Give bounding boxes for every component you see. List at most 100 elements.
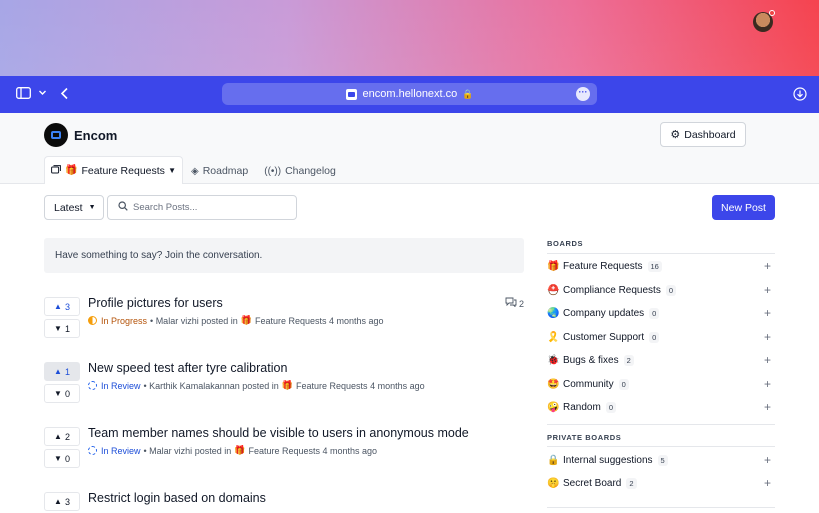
gift-icon: 🎁 xyxy=(240,315,252,325)
sidebar-item-random[interactable]: 🤪 Random 0 + xyxy=(547,398,775,416)
app-header: Encom ⚙ Dashboard 🎁 Feature Requests ▼ ◈… xyxy=(0,113,819,184)
back-icon[interactable] xyxy=(60,87,69,100)
download-icon[interactable] xyxy=(793,87,807,101)
plus-icon[interactable]: + xyxy=(764,453,771,467)
brand[interactable]: Encom xyxy=(44,123,117,147)
site-favicon-icon xyxy=(345,88,357,100)
sidebar-item-internal-suggestions[interactable]: 🔒 Internal suggestions 5 + xyxy=(547,451,775,469)
upvote-button[interactable]: ▲ 1 xyxy=(44,362,80,381)
board-count: 2 xyxy=(626,477,637,489)
upvote-count: 3 xyxy=(64,301,70,312)
divider xyxy=(547,253,775,254)
board-name: Community xyxy=(563,378,614,390)
plus-icon[interactable]: + xyxy=(764,377,771,391)
sidebar-icon[interactable] xyxy=(16,87,31,99)
sidebar-item-customer-support[interactable]: 🎗️ Customer Support 0 + xyxy=(547,328,775,346)
chevron-down-icon: ▼ xyxy=(168,166,176,175)
board-count: 0 xyxy=(665,284,676,296)
post-time: 4 months ago xyxy=(322,445,378,456)
plus-icon[interactable]: + xyxy=(764,400,771,414)
arrow-down-icon: ▼ xyxy=(54,389,62,398)
board-count: 0 xyxy=(605,401,616,413)
status-badge: In Review xyxy=(88,381,141,391)
lock-icon: 🔒 xyxy=(462,88,474,99)
sidebar-item-bugs-fixes[interactable]: 🐞 Bugs & fixes 2 + xyxy=(547,351,775,369)
sidebar-item-feature-requests[interactable]: 🎁 Feature Requests 16 + xyxy=(547,257,775,275)
upvote-count: 2 xyxy=(64,431,70,442)
downvote-button[interactable]: ▼ 0 xyxy=(44,449,80,468)
board-name: Secret Board xyxy=(563,477,622,489)
sidebar-item-community[interactable]: 🤩 Community 0 + xyxy=(547,375,775,393)
sort-select[interactable]: Latest ▼ xyxy=(44,195,104,220)
sidebar-item-secret-board[interactable]: 🤫 Secret Board 2 + xyxy=(547,474,775,492)
comment-count[interactable]: 2 xyxy=(505,297,524,310)
tab-roadmap[interactable]: ◈ Roadmap xyxy=(183,158,256,184)
upvote-count: 1 xyxy=(64,366,70,377)
sort-label: Latest xyxy=(54,201,83,214)
divider xyxy=(547,446,775,447)
post-board[interactable]: Feature Requests xyxy=(296,381,368,391)
plus-icon[interactable]: + xyxy=(764,353,771,367)
post-title[interactable]: Team member names should be visible to u… xyxy=(88,426,469,440)
plus-icon[interactable]: + xyxy=(764,476,771,490)
private-boards-heading: PRIVATE BOARDS xyxy=(547,433,622,442)
tab-label: Roadmap xyxy=(202,165,249,177)
in-progress-icon xyxy=(88,316,97,325)
board-name: Compliance Requests xyxy=(563,284,661,296)
downvote-button[interactable]: ▼ 0 xyxy=(44,384,80,403)
divider xyxy=(547,424,775,425)
status-badge: In Review xyxy=(88,446,141,456)
chevron-down-icon[interactable] xyxy=(38,88,47,97)
plus-icon[interactable]: + xyxy=(764,259,771,273)
downvote-button[interactable]: ▼ 1 xyxy=(44,319,80,338)
upvote-button[interactable]: ▲ 3 xyxy=(44,492,80,511)
post-time: 4 months ago xyxy=(329,315,384,326)
board-name: Internal suggestions xyxy=(563,454,653,466)
board-count: 0 xyxy=(649,331,660,343)
post-board[interactable]: Feature Requests xyxy=(248,446,320,456)
tab-changelog[interactable]: ((•)) Changelog xyxy=(256,158,344,184)
lock-icon: 🔒 xyxy=(547,454,560,466)
chevron-down-icon: ▼ xyxy=(88,204,96,211)
upvote-button[interactable]: ▲ 2 xyxy=(44,427,80,446)
board-count: 2 xyxy=(623,354,634,366)
gear-icon: ⚙ xyxy=(670,129,681,141)
comment-icon xyxy=(505,297,517,310)
board-name: Feature Requests xyxy=(563,260,643,272)
board-switch-icon xyxy=(51,164,61,177)
search-icon xyxy=(118,201,128,214)
dashboard-button[interactable]: ⚙ Dashboard xyxy=(660,122,746,147)
search-box xyxy=(107,195,297,220)
board-nav: 🎁 Feature Requests ▼ ◈ Roadmap ((•)) Cha… xyxy=(44,156,344,184)
upvote-button[interactable]: ▲ 3 xyxy=(44,297,80,316)
in-review-icon xyxy=(88,446,97,455)
plus-icon[interactable]: + xyxy=(764,283,771,297)
board-count: 16 xyxy=(647,260,662,272)
sidebar-item-company-updates[interactable]: 🌏 Company updates 0 + xyxy=(547,304,775,322)
post-title[interactable]: Restrict login based on domains xyxy=(88,491,266,505)
post-board[interactable]: Feature Requests xyxy=(255,316,327,326)
plus-icon[interactable]: + xyxy=(764,330,771,344)
board-name: Random xyxy=(563,401,601,413)
bug-icon: 🐞 xyxy=(547,354,560,366)
address-bar[interactable]: encom.hellonext.co 🔒 ··· xyxy=(222,83,597,105)
plus-icon[interactable]: + xyxy=(764,306,771,320)
post-author[interactable]: Karthik Kamalakannan xyxy=(149,381,240,391)
sidebar-item-compliance-requests[interactable]: ⛑️ Compliance Requests 0 + xyxy=(547,281,775,299)
tab-feature-requests[interactable]: 🎁 Feature Requests ▼ xyxy=(44,156,183,184)
post-title[interactable]: Profile pictures for users xyxy=(88,296,223,310)
new-post-button[interactable]: New Post xyxy=(712,195,775,220)
board-name: Bugs & fixes xyxy=(563,354,619,366)
more-icon[interactable]: ··· xyxy=(576,87,590,101)
broadcast-icon: ((•)) xyxy=(264,165,282,177)
post-title[interactable]: New speed test after tyre calibration xyxy=(88,361,287,375)
board-name: Company updates xyxy=(563,307,645,319)
arrow-down-icon: ▼ xyxy=(54,454,62,463)
post-author[interactable]: Malar vizhi xyxy=(156,316,199,326)
post-composer[interactable]: Have something to say? Join the conversa… xyxy=(44,238,524,273)
search-input[interactable] xyxy=(133,202,283,213)
board-count: 5 xyxy=(657,454,668,466)
gift-icon: 🎁 xyxy=(547,260,560,272)
post-author[interactable]: Malar vizhi xyxy=(149,446,192,456)
arrow-up-icon: ▲ xyxy=(54,367,62,376)
